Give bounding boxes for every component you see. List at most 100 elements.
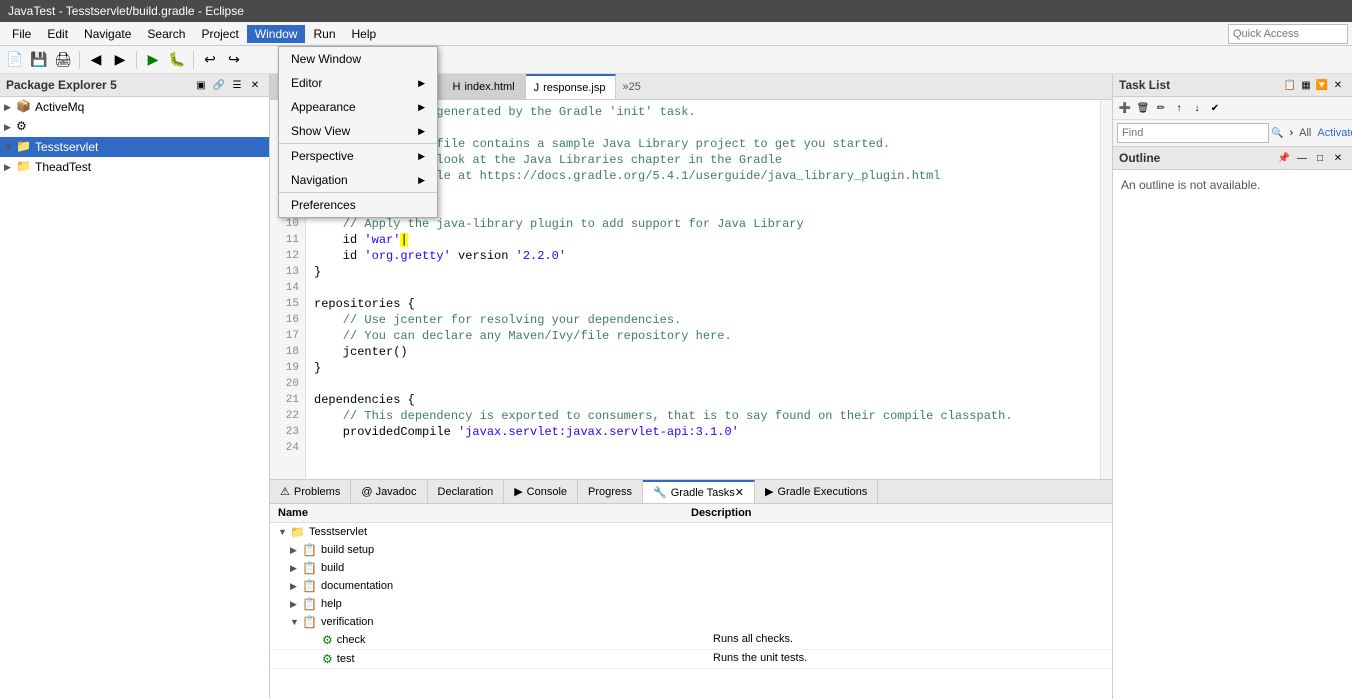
build-setup-label: build setup: [321, 544, 374, 556]
gradle-tasks-icon: 🔧: [653, 486, 667, 499]
menu-edit[interactable]: Edit: [39, 25, 76, 43]
outline-close-icon[interactable]: ✕: [1330, 150, 1346, 166]
gradle-task-test[interactable]: ⚙ test Runs the unit tests.: [270, 650, 1112, 669]
task-move-up-icon[interactable]: ↑: [1171, 100, 1187, 116]
dropdown-navigation[interactable]: Navigation ▶: [279, 168, 437, 192]
index-tab-icon: H: [453, 81, 461, 93]
navigation-arrow: ▶: [418, 175, 425, 186]
build-setup-arrow: ▶: [290, 545, 302, 556]
gradle-group-help[interactable]: ▶ 📋 help: [270, 595, 1112, 613]
menu-search[interactable]: Search: [139, 25, 193, 43]
preferences-label: Preferences: [291, 198, 356, 212]
link-icon[interactable]: 🔗: [211, 77, 227, 93]
menu-file[interactable]: File: [4, 25, 39, 43]
tab-gradle-executions[interactable]: ▶ Gradle Executions: [755, 480, 878, 503]
all-label: All: [1299, 127, 1311, 139]
tab-index-html[interactable]: H index.html: [445, 74, 526, 99]
declaration-label: Declaration: [438, 486, 494, 498]
outline-content: An outline is not available.: [1113, 170, 1352, 200]
tree-item-tesstservlet[interactable]: ▼ 📁 Tesstservlet: [0, 137, 269, 157]
redo-btn[interactable]: ↪: [223, 49, 245, 71]
tab-progress[interactable]: Progress: [578, 480, 643, 503]
tab-javadoc[interactable]: @ Javadoc: [351, 480, 427, 503]
build-icon: 📋: [302, 561, 317, 575]
tab-declaration[interactable]: Declaration: [428, 480, 505, 503]
outline-max-icon[interactable]: □: [1312, 150, 1328, 166]
outline-min-icon[interactable]: —: [1294, 150, 1310, 166]
gradle-group-documentation[interactable]: ▶ 📋 documentation: [270, 577, 1112, 595]
quick-access-input[interactable]: [1228, 24, 1348, 44]
gradle-group-verification[interactable]: ▼ 📋 verification: [270, 613, 1112, 631]
check-task-icon: ⚙: [322, 633, 333, 647]
appearance-arrow: ▶: [418, 102, 425, 113]
task-list-collapse-icon[interactable]: 🔽: [1314, 77, 1330, 93]
menu-window[interactable]: Window: [247, 25, 306, 43]
tab-console[interactable]: ▶ Console: [504, 480, 578, 503]
next-btn[interactable]: ▶: [109, 49, 131, 71]
tree-item-thead[interactable]: ▶ 📁 TheadTest: [0, 157, 269, 177]
tree-item-activemq[interactable]: ▶ 📦 ActiveMq: [0, 97, 269, 117]
show-view-label: Show View: [291, 124, 350, 138]
code-line-12: id 'org.gretty' version '2.2.0': [314, 248, 1092, 264]
build-label: build: [321, 562, 344, 574]
outline-pin-icon[interactable]: 📌: [1276, 150, 1292, 166]
console-label: Console: [527, 486, 567, 498]
ln-19: 19: [276, 360, 299, 376]
task-edit-icon[interactable]: ✏: [1153, 100, 1169, 116]
task-move-down-icon[interactable]: ↓: [1189, 100, 1205, 116]
dropdown-perspective[interactable]: Perspective ▶: [279, 143, 437, 168]
debug-btn[interactable]: 🐛: [166, 49, 188, 71]
menu-help[interactable]: Help: [344, 25, 385, 43]
task-list-new-icon[interactable]: 📋: [1282, 77, 1298, 93]
run-btn[interactable]: ▶: [142, 49, 164, 71]
save-btn[interactable]: 💾: [28, 49, 50, 71]
close-icon[interactable]: ✕: [247, 77, 263, 93]
code-line-11: id 'war'|: [314, 232, 1092, 248]
code-line-20: [314, 376, 1092, 392]
task-add-icon[interactable]: ➕: [1117, 100, 1133, 116]
editor-scrollbar[interactable]: [1100, 100, 1112, 479]
find-search-icon[interactable]: 🔍: [1271, 125, 1283, 141]
tab-problems[interactable]: ⚠ Problems: [270, 480, 351, 503]
task-list-close-icon[interactable]: ✕: [1330, 77, 1346, 93]
prev-btn[interactable]: ◀: [85, 49, 107, 71]
tab-response-jsp[interactable]: J response.jsp: [526, 74, 617, 99]
ln-22: 22: [276, 408, 299, 424]
bottom-panel: ⚠ Problems @ Javadoc Declaration ▶ Conso…: [270, 479, 1112, 699]
menu-run[interactable]: Run: [305, 25, 343, 43]
tab-gradle-tasks[interactable]: 🔧 Gradle Tasks ✕: [643, 480, 755, 503]
gradle-tasks-close[interactable]: ✕: [735, 486, 744, 499]
tree-item-gear[interactable]: ▶ ⚙: [0, 117, 269, 137]
dropdown-preferences[interactable]: Preferences: [279, 192, 437, 217]
task-list-filter-icon[interactable]: ▦: [1298, 77, 1314, 93]
menu-navigate[interactable]: Navigate: [76, 25, 139, 43]
toolbar-sep3: [193, 51, 194, 69]
collapse-icon[interactable]: ▣: [193, 77, 209, 93]
gradle-group-build-setup[interactable]: ▶ 📋 build setup: [270, 541, 1112, 559]
print-btn[interactable]: 🖨: [52, 49, 74, 71]
gradle-root[interactable]: ▼ 📁 Tesstservlet: [270, 523, 1112, 541]
outline-icon-group: 📌 — □ ✕: [1276, 150, 1346, 166]
undo-btn[interactable]: ↩: [199, 49, 221, 71]
task-remove-icon[interactable]: 🗑: [1135, 100, 1151, 116]
new-btn[interactable]: 📄: [4, 49, 26, 71]
activate-label[interactable]: Activate...: [1313, 127, 1352, 139]
editor-label: Editor: [291, 76, 322, 90]
problems-label: Problems: [294, 486, 340, 498]
javadoc-label: @ Javadoc: [361, 486, 416, 498]
dropdown-appearance[interactable]: Appearance ▶: [279, 95, 437, 119]
perspective-label: Perspective: [291, 149, 354, 163]
perspective-arrow: ▶: [418, 151, 425, 162]
gradle-task-check[interactable]: ⚙ check Runs all checks.: [270, 631, 1112, 650]
menu-project[interactable]: Project: [193, 25, 246, 43]
menu-icon[interactable]: ☰: [229, 77, 245, 93]
ln-13: 13: [276, 264, 299, 280]
dropdown-show-view[interactable]: Show View ▶: [279, 119, 437, 143]
dropdown-editor[interactable]: Editor ▶: [279, 71, 437, 95]
more-tabs-indicator[interactable]: »25: [616, 81, 646, 93]
dropdown-new-window[interactable]: New Window: [279, 47, 437, 71]
gradle-group-build[interactable]: ▶ 📋 build: [270, 559, 1112, 577]
task-complete-icon[interactable]: ✔: [1207, 100, 1223, 116]
find-input[interactable]: [1117, 123, 1269, 143]
left-panel: Package Explorer 5 ▣ 🔗 ☰ ✕ ▶ 📦 ActiveMq …: [0, 74, 270, 699]
